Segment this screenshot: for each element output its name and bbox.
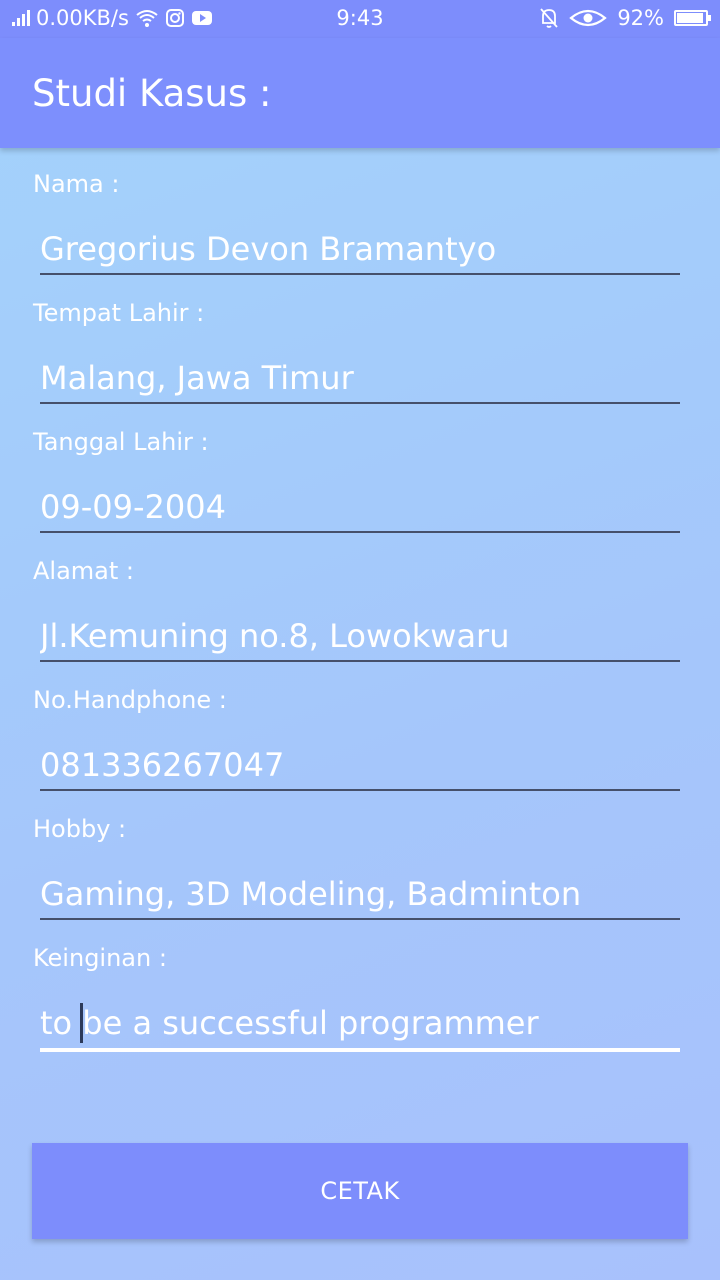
- label-no-handphone: No.Handphone :: [33, 686, 227, 714]
- cetak-button-label: CETAK: [320, 1177, 400, 1205]
- text-cursor: [80, 1003, 83, 1043]
- label-alamat: Alamat :: [33, 557, 135, 585]
- app-bar: Studi Kasus :: [0, 38, 720, 148]
- underline-alamat: [40, 660, 680, 662]
- page-title: Studi Kasus :: [32, 72, 272, 115]
- status-right: 92%: [539, 6, 711, 30]
- status-bar: 0.00KB/s 9:43 92%: [0, 0, 720, 38]
- label-hobby: Hobby :: [33, 815, 127, 843]
- battery-percent: 92%: [617, 6, 664, 30]
- input-tanggal-lahir[interactable]: 09-09-2004: [40, 487, 680, 527]
- eye-icon: [569, 9, 608, 27]
- underline-no-handphone: [40, 789, 680, 791]
- input-nama[interactable]: Gregorius Devon Bramantyo: [40, 229, 680, 269]
- bell-muted-icon: [540, 8, 558, 28]
- label-tanggal-lahir: Tanggal Lahir :: [33, 428, 209, 456]
- input-no-handphone[interactable]: 081336267047: [40, 745, 680, 785]
- battery-fill: [677, 13, 703, 23]
- label-keinginan: Keinginan :: [33, 944, 167, 972]
- underline-nama: [40, 273, 680, 275]
- input-alamat[interactable]: Jl.Kemuning no.8, Lowokwaru: [40, 616, 680, 656]
- underline-keinginan: [40, 1048, 680, 1052]
- input-hobby[interactable]: Gaming, 3D Modeling, Badminton: [40, 874, 680, 914]
- label-nama: Nama :: [33, 170, 120, 198]
- cetak-button[interactable]: CETAK: [32, 1143, 688, 1239]
- underline-tanggal-lahir: [40, 531, 680, 533]
- input-tempat-lahir[interactable]: Malang, Jawa Timur: [40, 358, 680, 398]
- label-tempat-lahir: Tempat Lahir :: [33, 299, 205, 327]
- battery-icon: [674, 10, 711, 26]
- underline-tempat-lahir: [40, 402, 680, 404]
- underline-hobby: [40, 918, 680, 920]
- input-keinginan[interactable]: to be a successful programmer: [40, 1003, 680, 1043]
